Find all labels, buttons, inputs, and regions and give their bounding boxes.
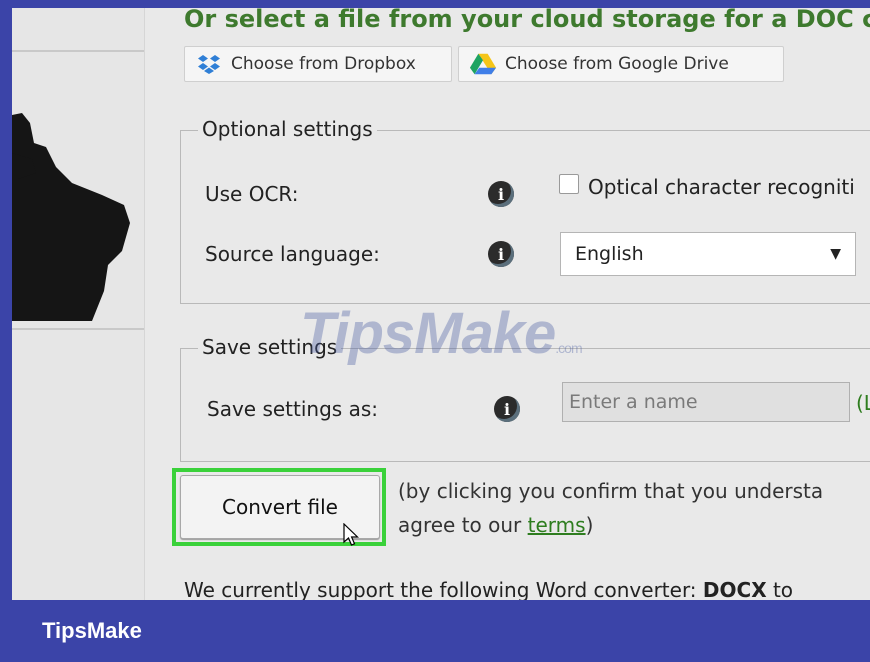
consent-text: agree to our: [398, 513, 528, 537]
cloud-storage-heading: Or select a file from your cloud storage…: [184, 8, 870, 33]
converter-form: Or select a file from your cloud storage…: [144, 8, 870, 600]
watermark-text: TipsMake: [300, 301, 556, 366]
convert-file-label: Convert file: [222, 495, 338, 519]
info-icon[interactable]: i: [494, 396, 520, 422]
choose-google-drive-button[interactable]: Choose from Google Drive: [458, 46, 784, 82]
load-settings-link[interactable]: (Lo: [856, 391, 870, 415]
source-language-label: Source language:: [205, 242, 380, 266]
info-icon[interactable]: i: [488, 241, 514, 267]
optional-settings-legend: Optional settings: [198, 117, 377, 141]
supported-formats-text: We currently support the following Word …: [184, 578, 793, 600]
mouse-pointer-icon: [343, 523, 359, 546]
left-sidebar: [12, 8, 145, 600]
google-drive-icon: [469, 53, 497, 75]
settings-name-placeholder: Enter a name: [569, 391, 698, 413]
browser-viewport: Or select a file from your cloud storage…: [12, 8, 870, 600]
info-icon[interactable]: i: [488, 181, 514, 207]
source-language-value: English: [575, 243, 644, 265]
use-ocr-label: Use OCR:: [205, 182, 299, 206]
ocr-checkbox[interactable]: [559, 174, 579, 194]
dropbox-label: Choose from Dropbox: [231, 54, 416, 74]
optional-settings-group: [180, 130, 870, 304]
silhouette-illustration: [12, 113, 130, 321]
tipsmake-watermark: TipsMake.com: [300, 300, 583, 367]
supported-formats-suffix: to: [766, 578, 794, 600]
source-language-select[interactable]: English ▼: [560, 232, 856, 276]
brand-name: TipsMake: [42, 618, 142, 643]
consent-close-paren: ): [585, 513, 594, 537]
choose-dropbox-button[interactable]: Choose from Dropbox: [184, 46, 452, 82]
sidebar-divider: [12, 328, 144, 330]
terms-link[interactable]: terms: [528, 513, 586, 537]
convert-consent-line1: (by clicking you confirm that you unders…: [398, 479, 824, 503]
ocr-checkbox-label: Optical character recogniti: [588, 175, 855, 199]
dropdown-arrow-icon: ▼: [830, 246, 841, 262]
save-settings-as-label: Save settings as:: [207, 397, 378, 421]
supported-formats-text-clip: We currently support the following Word …: [12, 575, 870, 600]
watermark-suffix: .com: [555, 340, 582, 356]
google-drive-label: Choose from Google Drive: [505, 54, 729, 74]
supported-formats-prefix: We currently support the following Word …: [184, 578, 703, 600]
settings-name-input[interactable]: Enter a name: [562, 382, 850, 422]
brand-footer-bar: TipsMake: [0, 600, 870, 662]
sidebar-divider: [12, 50, 144, 52]
supported-formats-bold: DOCX: [702, 578, 767, 600]
dropbox-icon: [195, 53, 223, 75]
convert-consent-line2: agree to our terms): [398, 510, 593, 540]
